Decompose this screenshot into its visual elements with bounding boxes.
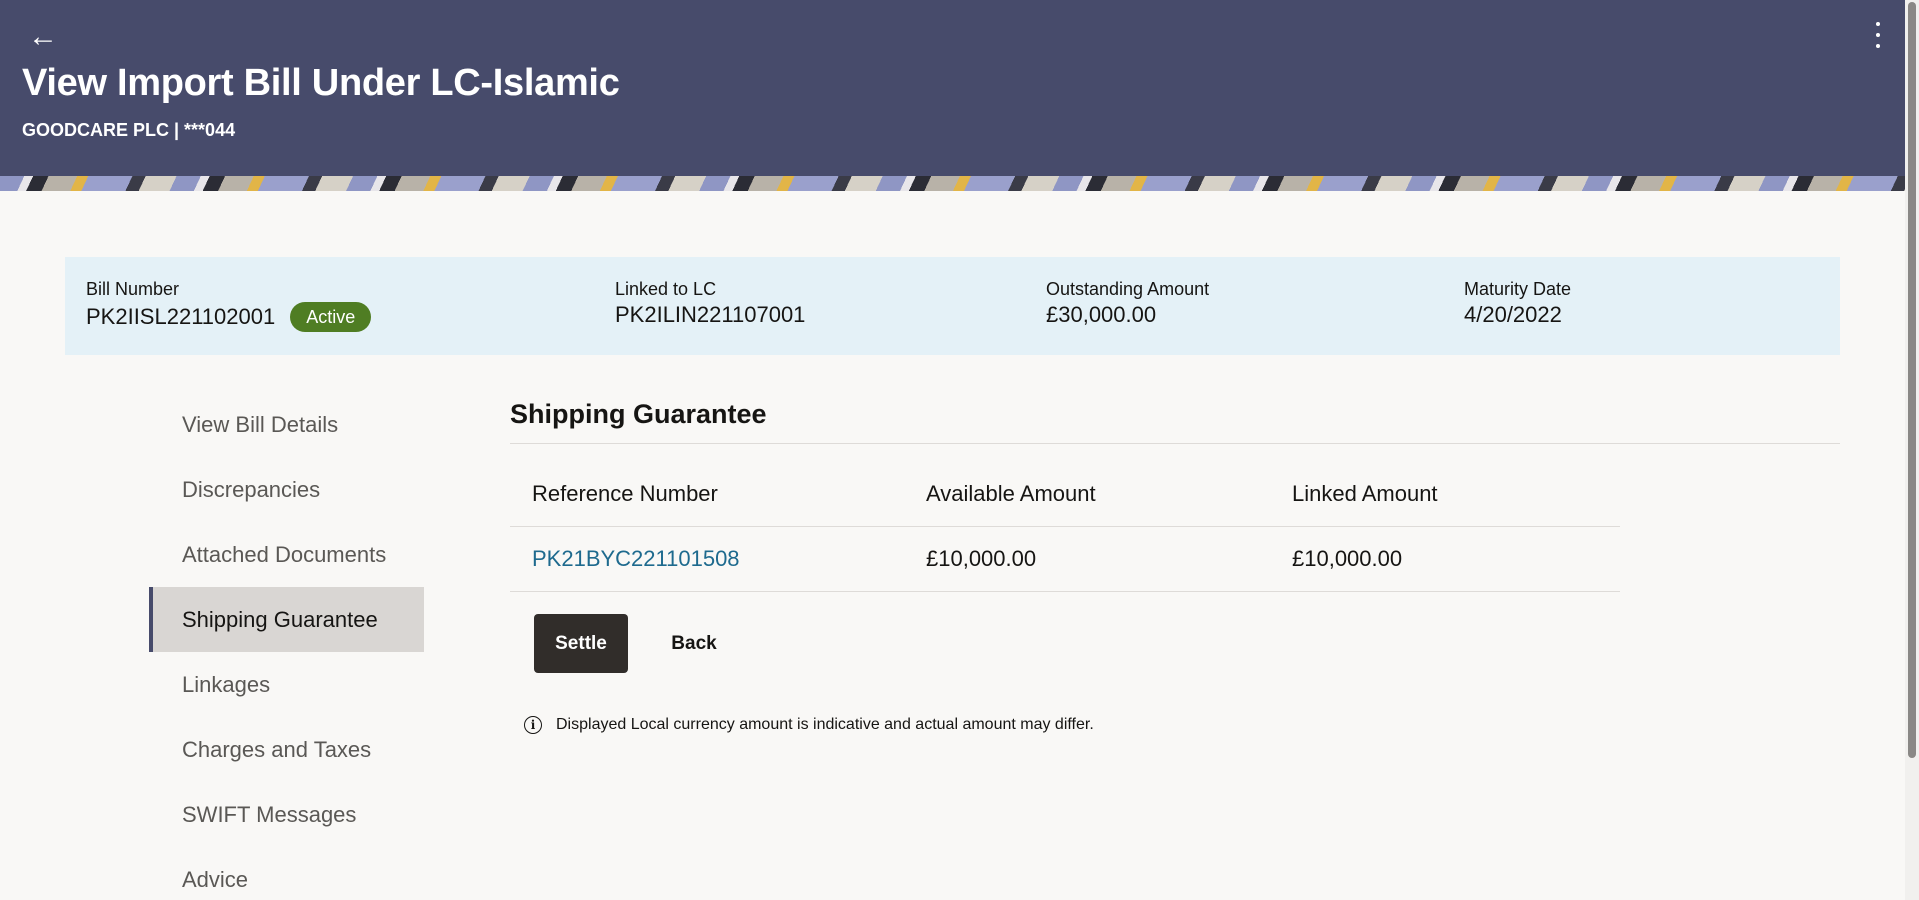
header-pattern-banner (0, 176, 1905, 191)
maturity-date-value: 4/20/2022 (1464, 302, 1562, 327)
page-header: ← View Import Bill Under LC-Islamic GOOD… (0, 0, 1905, 191)
summary-outstanding-amount: Outstanding Amount £30,000.00 (1046, 279, 1209, 328)
table-row: PK21BYC221101508 £10,000.00 £10,000.00 (510, 527, 1620, 592)
side-navigation: View Bill Details Discrepancies Attached… (149, 392, 424, 900)
outstanding-amount-value: £30,000.00 (1046, 302, 1157, 327)
maturity-date-label: Maturity Date (1464, 279, 1572, 299)
sidenav-item-discrepancies[interactable]: Discrepancies (149, 457, 424, 522)
info-note-text: Displayed Local currency amount is indic… (556, 716, 1094, 733)
available-amount-cell: £10,000.00 (926, 546, 1037, 571)
back-arrow-icon[interactable]: ← (28, 20, 62, 54)
page-title: View Import Bill Under LC-Islamic (22, 62, 620, 104)
section-title: Shipping Guarantee (510, 399, 767, 429)
column-header-reference-number: Reference Number (532, 481, 718, 506)
more-options-icon[interactable] (1873, 22, 1883, 48)
sidenav-item-attached-documents[interactable]: Attached Documents (149, 522, 424, 587)
back-button[interactable]: Back (654, 614, 734, 673)
linked-lc-value: PK2ILIN221107001 (615, 302, 806, 327)
table-header-row: Reference Number Available Amount Linked… (510, 462, 1620, 527)
info-note: i Displayed Local currency amount is ind… (524, 716, 1094, 734)
column-header-available-amount: Available Amount (926, 481, 1096, 506)
linked-lc-label: Linked to LC (615, 279, 717, 299)
sidenav-item-charges-and-taxes[interactable]: Charges and Taxes (149, 717, 424, 782)
settle-button[interactable]: Settle (534, 614, 628, 673)
linked-amount-cell: £10,000.00 (1292, 546, 1403, 571)
status-badge: Active (290, 302, 372, 332)
info-icon: i (524, 716, 542, 734)
sidenav-item-shipping-guarantee[interactable]: Shipping Guarantee (149, 587, 424, 652)
reference-number-link[interactable]: PK21BYC221101508 (532, 546, 740, 571)
sidenav-item-swift-messages[interactable]: SWIFT Messages (149, 782, 424, 847)
outstanding-amount-label: Outstanding Amount (1046, 279, 1210, 299)
column-header-linked-amount: Linked Amount (1292, 481, 1438, 506)
sidenav-item-advice[interactable]: Advice (149, 847, 424, 900)
bill-number-value: PK2IISL221102001 (86, 304, 276, 329)
scrollbar-thumb[interactable] (1908, 2, 1916, 758)
sidenav-item-linkages[interactable]: Linkages (149, 652, 424, 717)
shipping-guarantee-table: Reference Number Available Amount Linked… (510, 462, 1620, 592)
bill-summary-band: Bill Number PK2IISL221102001 Active Link… (65, 257, 1840, 355)
summary-maturity-date: Maturity Date 4/20/2022 (1464, 279, 1571, 328)
bill-number-label: Bill Number (86, 279, 180, 299)
section-divider (510, 443, 1840, 444)
page-subtitle: GOODCARE PLC | ***044 (22, 120, 236, 140)
page-scrollbar[interactable] (1905, 0, 1919, 900)
summary-linked-lc: Linked to LC PK2ILIN221107001 (615, 279, 805, 328)
sidenav-item-view-bill-details[interactable]: View Bill Details (149, 392, 424, 457)
summary-bill-number: Bill Number PK2IISL221102001 Active (86, 279, 372, 332)
